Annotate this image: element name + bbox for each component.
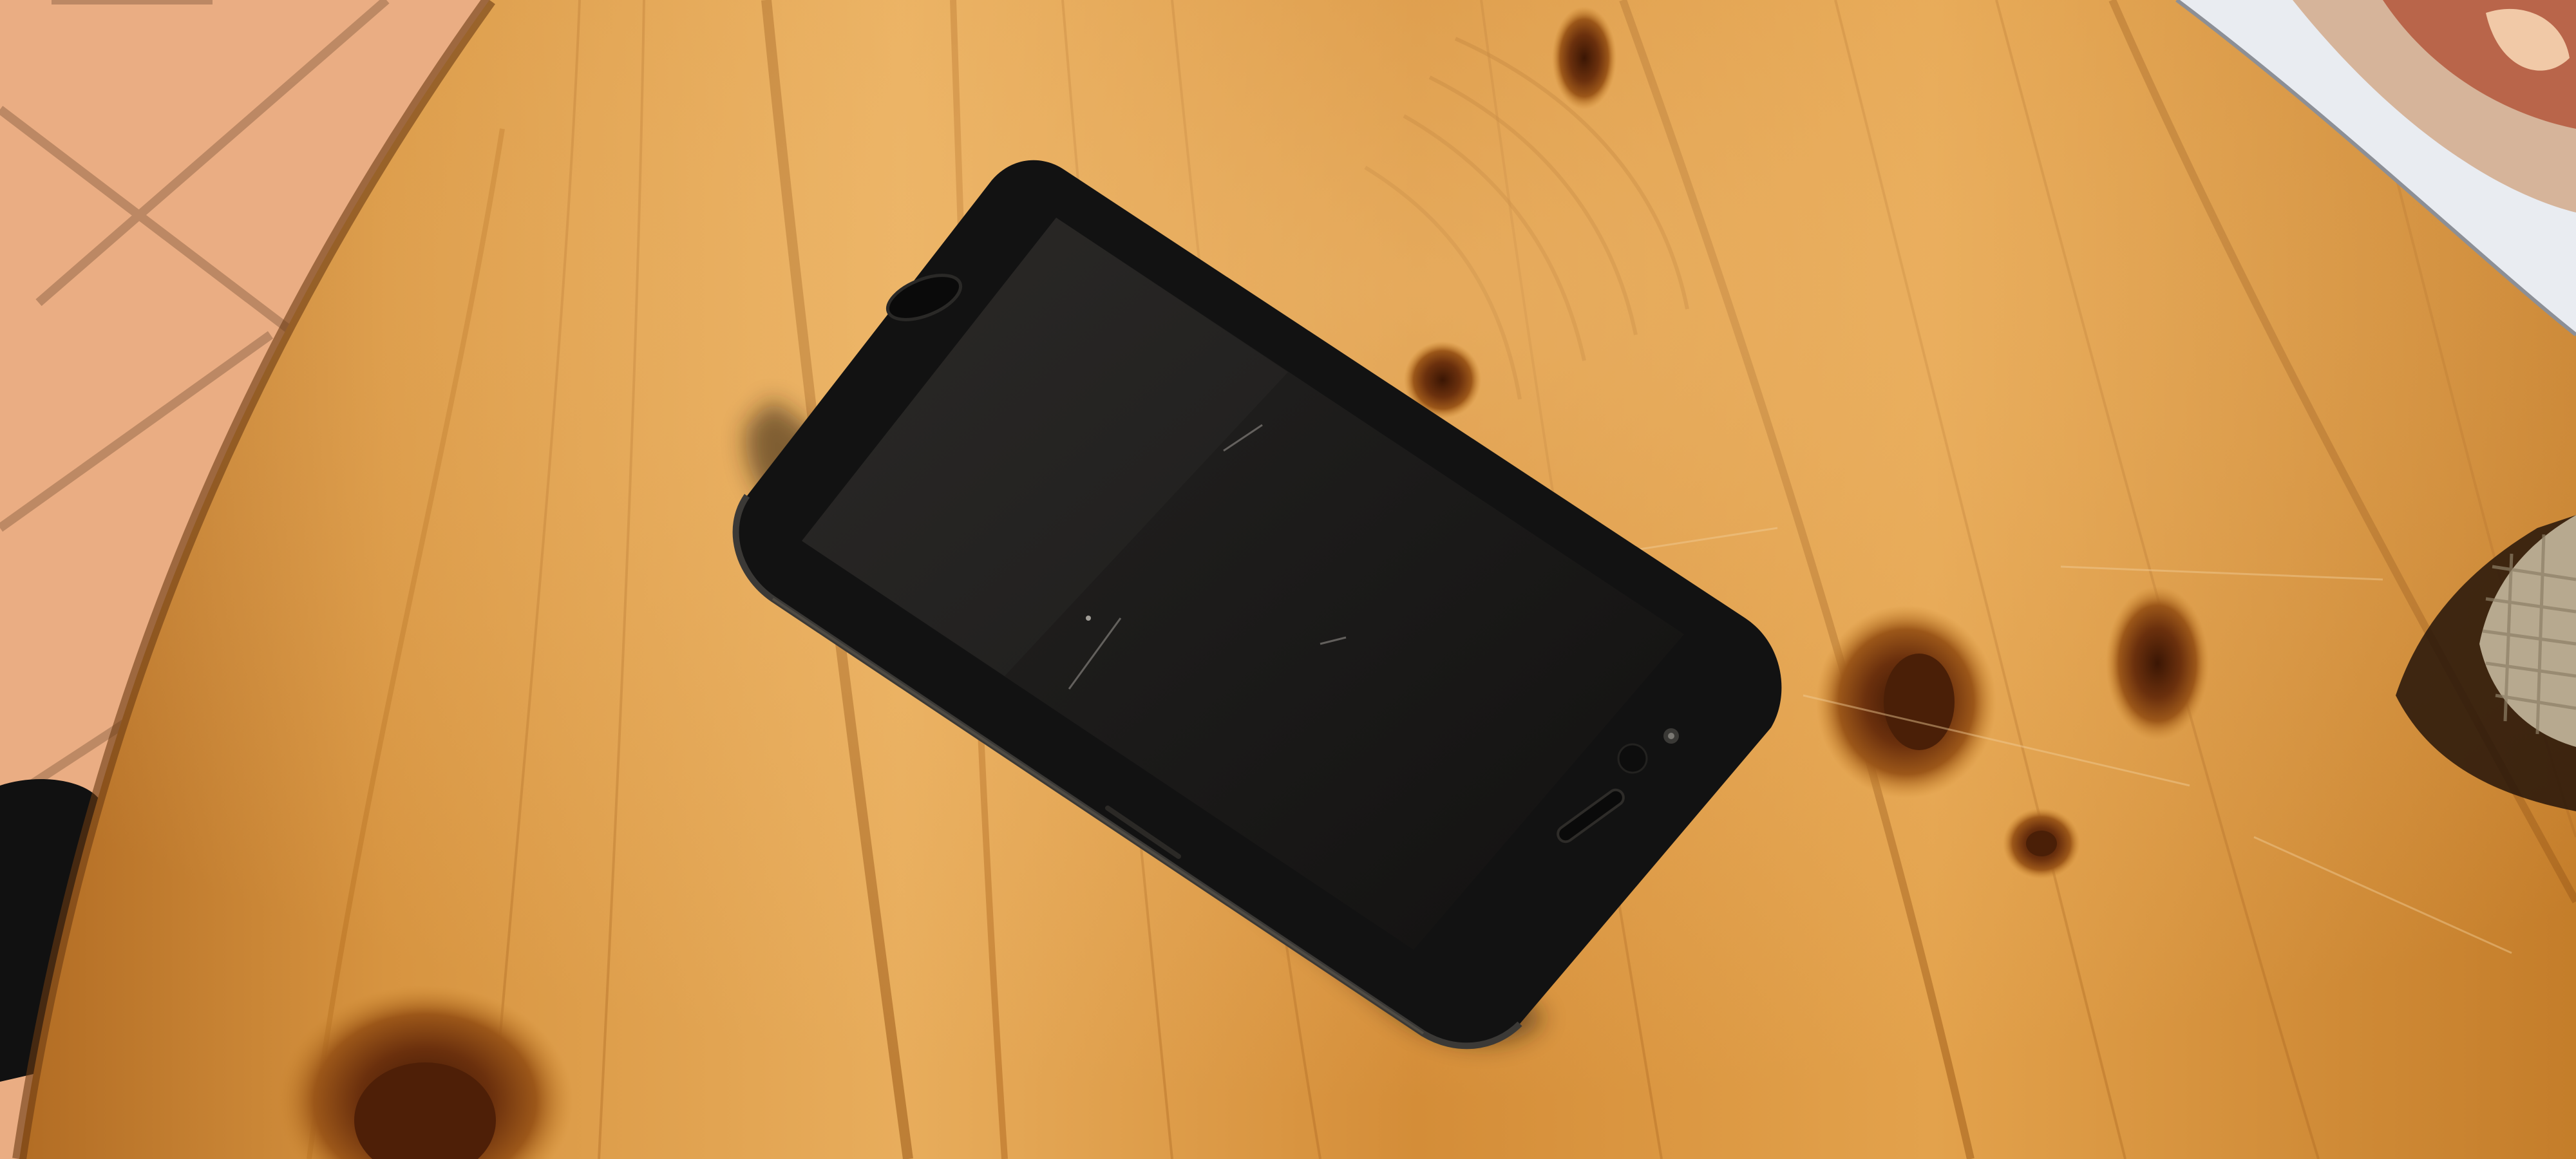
wood-knot (1884, 654, 1955, 750)
photo-scene (0, 0, 2576, 1159)
wood-knot (2106, 586, 2209, 740)
wood-knot (2026, 831, 2057, 856)
wood-knot (1552, 6, 1616, 109)
